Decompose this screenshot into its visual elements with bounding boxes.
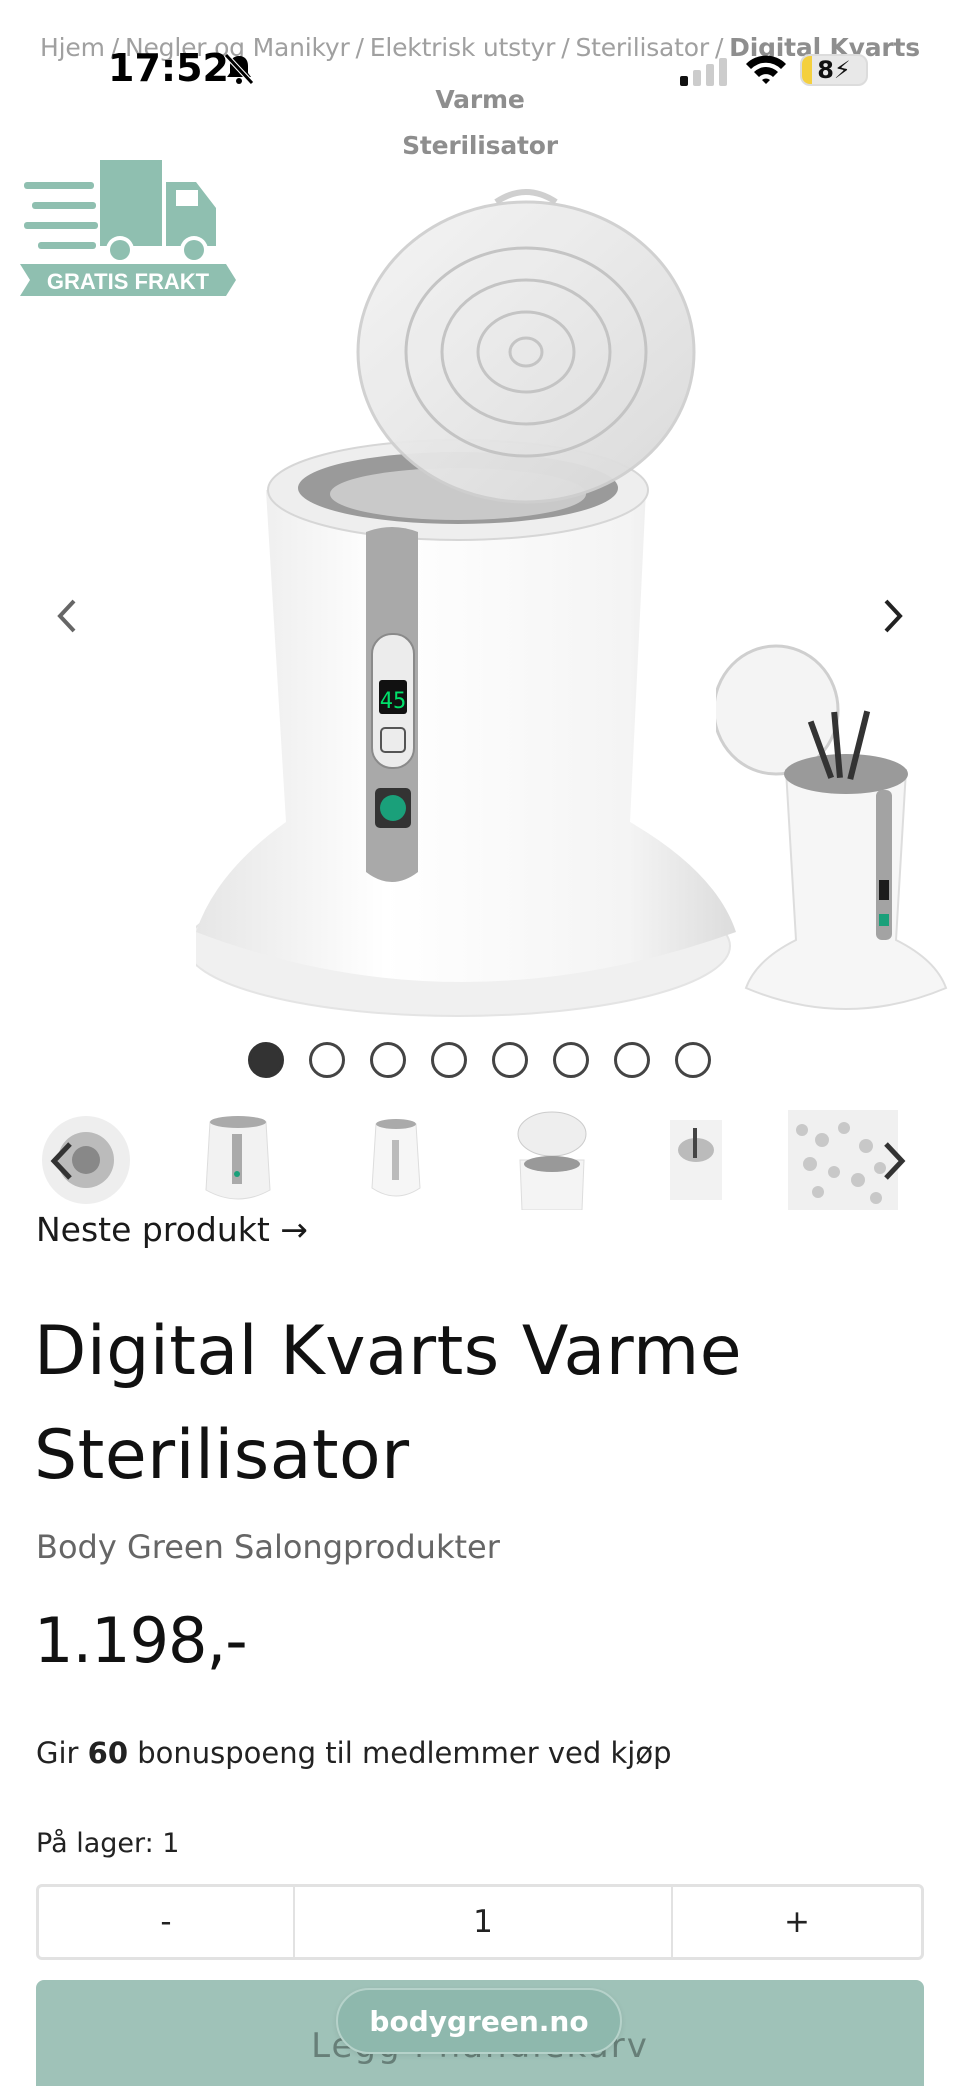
browser-url-bar[interactable]: bodygreen.no [336, 1988, 622, 2054]
thumbnail-next-button[interactable] [872, 1136, 916, 1186]
breadcrumb-home[interactable]: Hjem [40, 33, 105, 62]
product-price: 1.198,- [34, 1604, 248, 1677]
charging-bolt-icon: ⚡ [833, 56, 851, 84]
bonus-points-text: Gir 60 bonuspoeng til medlemmer ved kjøp [36, 1736, 672, 1770]
wifi-icon [746, 55, 786, 84]
next-product-link[interactable]: Neste produkt → [36, 1210, 308, 1249]
quantity-stepper: - 1 + [36, 1884, 924, 1960]
thumbnail-4[interactable] [502, 1110, 602, 1210]
thumbnail-3[interactable] [346, 1110, 446, 1210]
gallery-dot-2[interactable] [309, 1042, 345, 1078]
gallery-dot-6[interactable] [553, 1042, 589, 1078]
battery-text: 8⚡ [817, 56, 851, 84]
gallery-dot-7[interactable] [614, 1042, 650, 1078]
stock-status: På lager: 1 [36, 1828, 180, 1859]
breadcrumb-electrical[interactable]: Elektrisk utstyr [370, 33, 556, 62]
gallery-dot-4[interactable] [431, 1042, 467, 1078]
signal-icon [680, 58, 727, 86]
quantity-input[interactable]: 1 [295, 1887, 673, 1957]
gallery-next-button[interactable] [868, 586, 918, 646]
thumbnail-prev-button[interactable] [40, 1136, 84, 1186]
gallery-dot-3[interactable] [370, 1042, 406, 1078]
quantity-decrease-button[interactable]: - [39, 1887, 295, 1957]
thumbnail-5[interactable] [666, 1110, 726, 1210]
device-display-value: 45 [380, 689, 407, 714]
thumbnail-strip [36, 1110, 916, 1210]
chevron-left-icon [57, 599, 76, 633]
bonus-points-value: 60 [87, 1736, 129, 1770]
chevron-right-icon [884, 599, 903, 633]
gallery-dot-1[interactable] [248, 1042, 284, 1078]
chevron-right-icon [884, 1142, 906, 1180]
gallery-dot-8[interactable] [675, 1042, 711, 1078]
chevron-left-icon [50, 1142, 72, 1180]
product-brand[interactable]: Body Green Salongprodukter [36, 1528, 500, 1566]
gallery-pagination [248, 1042, 711, 1078]
bell-off-icon [224, 53, 254, 85]
product-image-main[interactable]: 45 [196, 172, 756, 1052]
product-title: Digital Kvarts Varme Sterilisator [34, 1312, 743, 1495]
gallery-dot-5[interactable] [492, 1042, 528, 1078]
status-time: 17:52 [108, 46, 229, 90]
breadcrumb: Hjem / Negler og Manikyr / Elektrisk utstyr /… [0, 22, 960, 166]
product-image-accessory [716, 644, 948, 1010]
thumbnail-2[interactable] [188, 1110, 288, 1210]
quantity-increase-button[interactable]: + [673, 1887, 921, 1957]
battery-indicator: 8⚡ [800, 54, 868, 86]
badge-text: GRATIS FRAKT [47, 269, 210, 294]
gallery-prev-button[interactable] [42, 586, 92, 646]
